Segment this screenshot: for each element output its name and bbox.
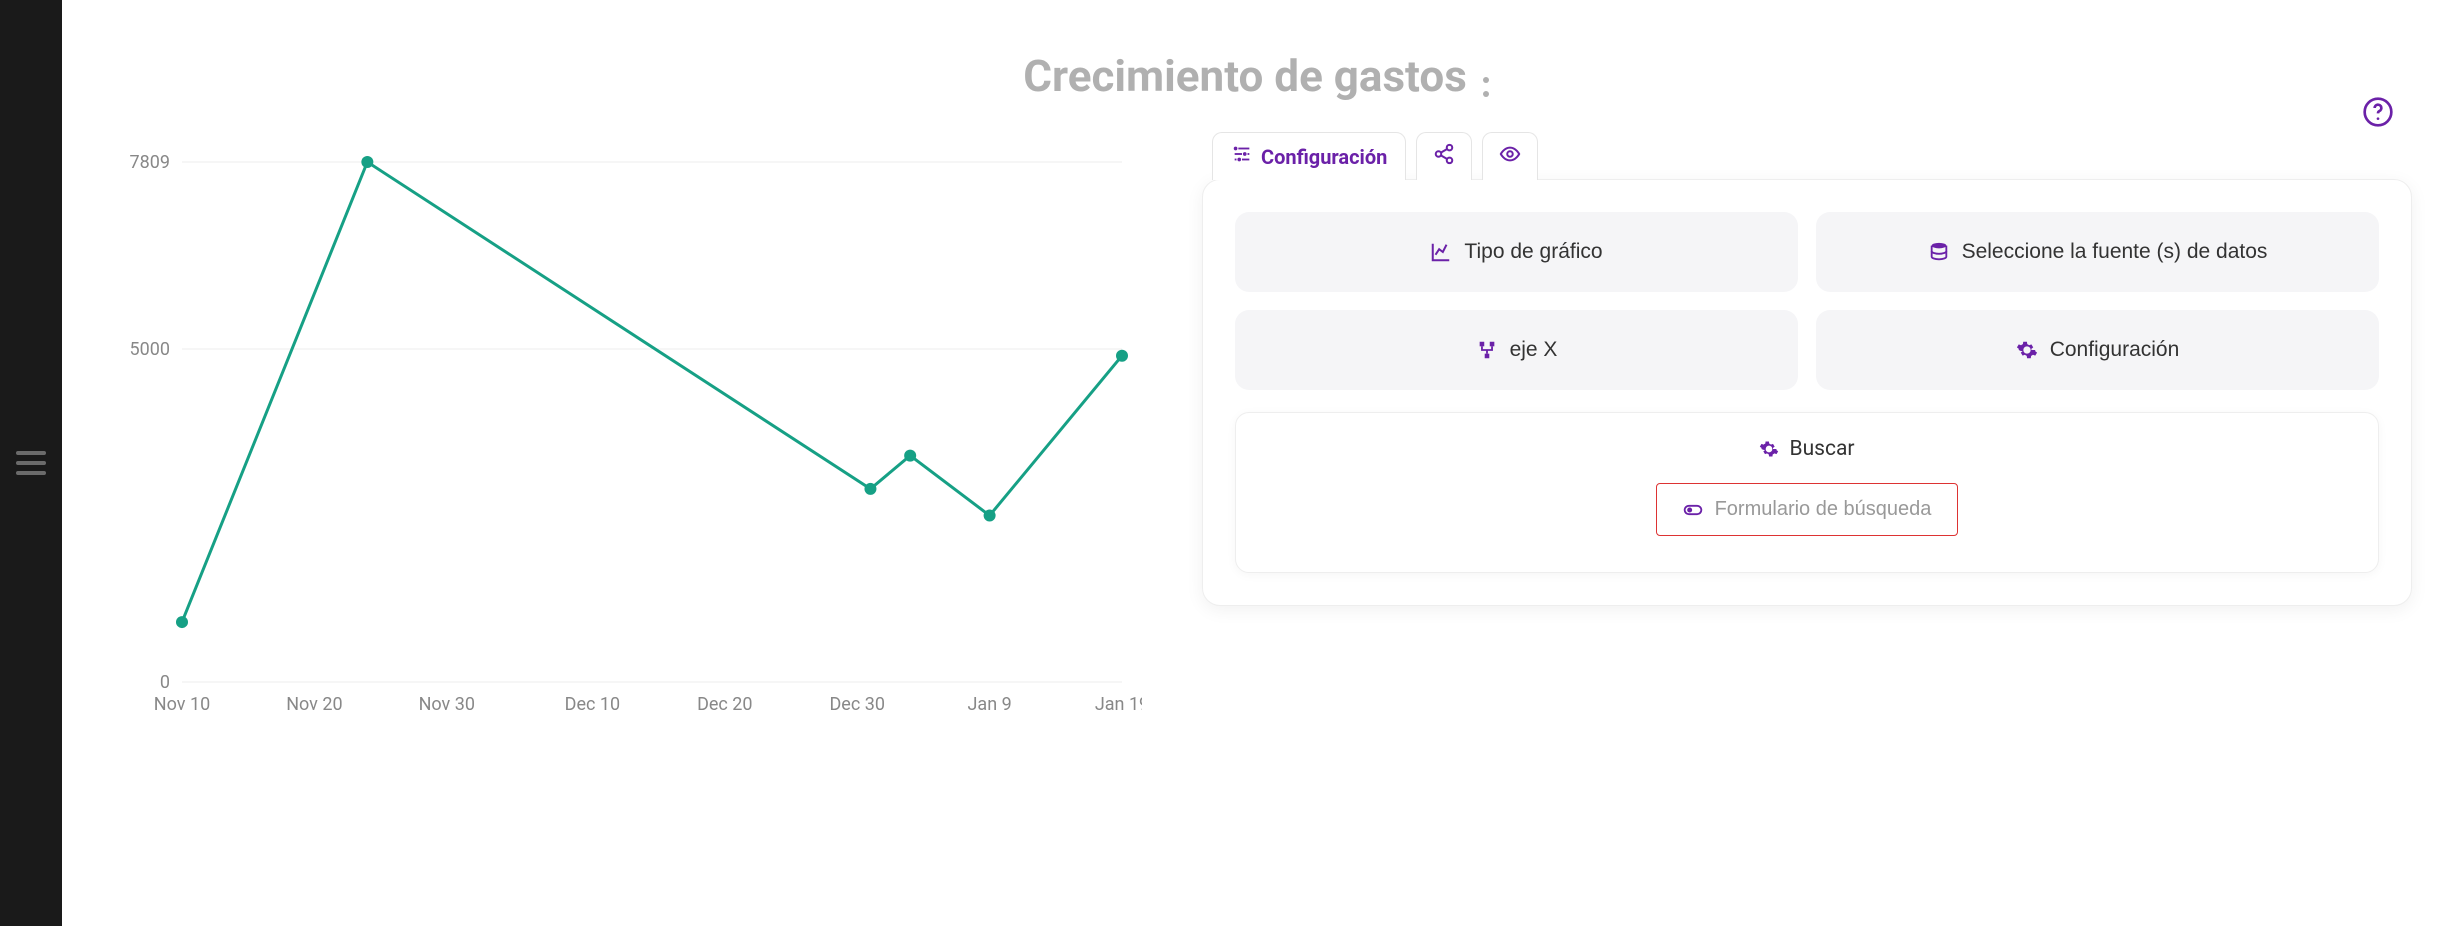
tab-configuration[interactable]: Configuración (1212, 132, 1406, 180)
button-label: Formulario de búsqueda (1715, 498, 1932, 521)
config-panel: Configuración (1202, 122, 2414, 606)
button-label: Configuración (2050, 338, 2180, 362)
button-label: Seleccione la fuente (s) de datos (1962, 240, 2268, 264)
x-axis-button[interactable]: eje X (1235, 310, 1798, 390)
menu-toggle[interactable] (16, 451, 46, 475)
page-title: Crecimiento de gastos (1023, 50, 1467, 102)
svg-text:7809: 7809 (130, 152, 170, 173)
search-title-label: Buscar (1789, 437, 1854, 461)
chart-line-icon (1430, 241, 1452, 263)
search-title: Buscar (1759, 437, 1854, 461)
svg-text:Dec 30: Dec 30 (829, 694, 884, 715)
tab-preview[interactable] (1482, 132, 1538, 180)
help-icon[interactable] (2362, 96, 2394, 128)
svg-text:Jan 19: Jan 19 (1095, 694, 1142, 715)
search-card: Buscar Formulario de búsqueda (1235, 412, 2379, 573)
branch-icon (1476, 339, 1498, 361)
svg-text:Nov 20: Nov 20 (286, 694, 342, 715)
share-icon (1433, 143, 1455, 170)
sidebar (0, 0, 62, 926)
svg-text:Dec 20: Dec 20 (697, 694, 752, 715)
sliders-icon (1231, 143, 1253, 170)
tab-share[interactable] (1416, 132, 1472, 180)
eye-icon (1499, 143, 1521, 170)
svg-text:Dec 10: Dec 10 (565, 694, 620, 715)
main: Crecimiento de gastos 0 5000 7809 Nov 10 Nov… (62, 0, 2454, 752)
svg-text:Nov 30: Nov 30 (419, 694, 475, 715)
svg-text:Nov 10: Nov 10 (154, 694, 210, 715)
database-icon (1928, 241, 1950, 263)
search-form-button[interactable]: Formulario de búsqueda (1656, 483, 1959, 536)
gear-icon (1759, 439, 1779, 459)
svg-text:5000: 5000 (130, 339, 170, 360)
button-label: Tipo de gráfico (1464, 240, 1602, 264)
gear-icon (2016, 339, 2038, 361)
settings-button[interactable]: Configuración (1816, 310, 2379, 390)
chart-area: 0 5000 7809 Nov 10 Nov 20 Nov 30 Dec 10 Dec 20 D… (102, 122, 1162, 732)
more-icon[interactable] (1479, 72, 1493, 102)
toggle-icon (1683, 500, 1703, 520)
svg-text:0: 0 (160, 672, 170, 693)
line-chart: 0 5000 7809 Nov 10 Nov 20 Nov 30 Dec 10 Dec 20 D… (102, 142, 1142, 732)
data-source-button[interactable]: Seleccione la fuente (s) de datos (1816, 212, 2379, 292)
chart-type-button[interactable]: Tipo de gráfico (1235, 212, 1798, 292)
button-label: eje X (1510, 338, 1558, 362)
tab-label: Configuración (1261, 145, 1387, 169)
svg-text:Jan 9: Jan 9 (967, 694, 1011, 715)
